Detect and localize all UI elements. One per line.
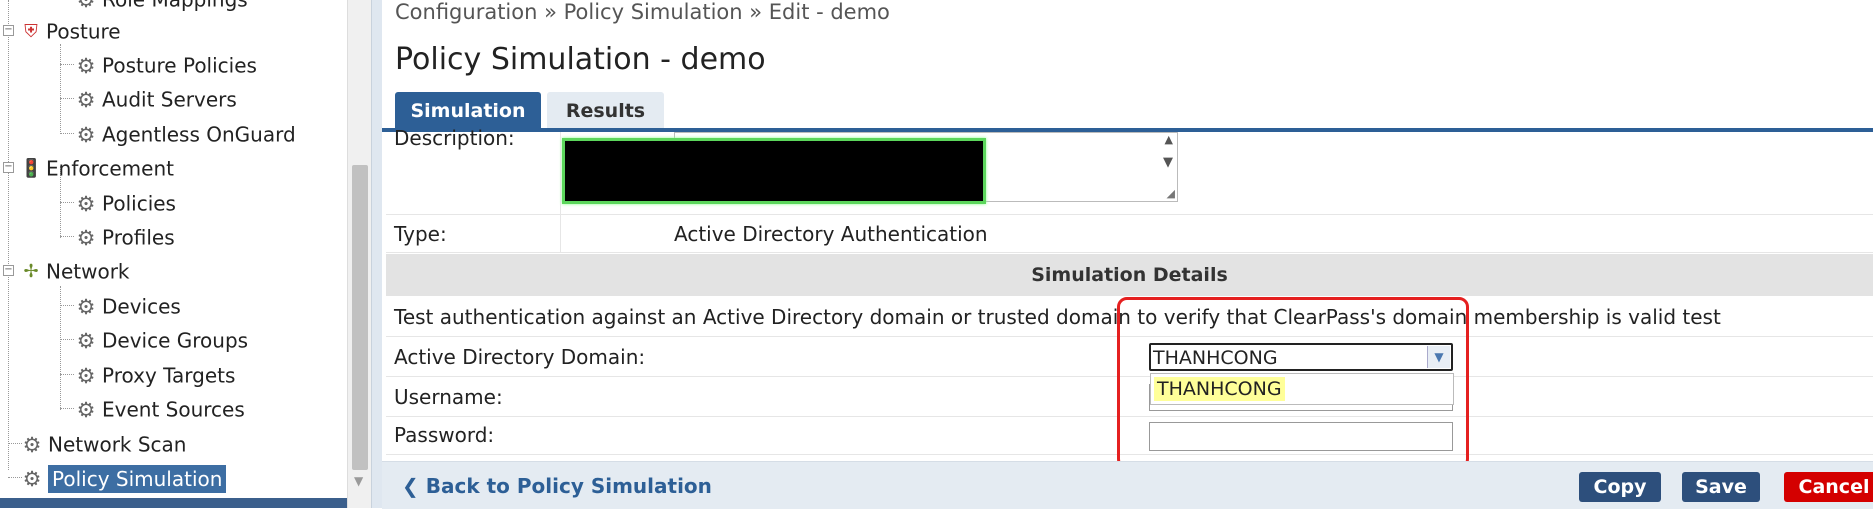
gear-icon: ⚙ [76, 225, 96, 250]
page-title: Policy Simulation - demo [395, 42, 766, 77]
section-title: Simulation Details [386, 254, 1873, 296]
scroll-down-arrow-icon[interactable]: ▼ [354, 474, 363, 488]
save-button[interactable]: Save [1682, 472, 1760, 502]
tree-item-enforcement[interactable]: 🚦 Enforcement [20, 151, 174, 183]
gear-icon: ⚙ [76, 191, 96, 216]
footer-bar: ❮ Back to Policy Simulation Copy Save Ca… [382, 461, 1873, 509]
tree-item-proxy-targets[interactable]: ⚙ Proxy Targets [74, 358, 236, 390]
copy-button[interactable]: Copy [1579, 472, 1661, 502]
description-label: Description: [394, 126, 515, 150]
tree-item-posture-policies[interactable]: ⚙ Posture Policies [74, 48, 257, 80]
tree-item-role-mappings[interactable]: ⚙Role Mappings [74, 0, 248, 14]
collapse-enforcement-toggle[interactable]: − [3, 162, 14, 173]
gear-icon: ⚙ [22, 432, 42, 457]
posture-shield-icon: ⛨ [24, 20, 38, 42]
tree-item-administration[interactable] [0, 498, 347, 508]
gear-icon: ⚙ [76, 122, 96, 147]
redacted-description [562, 138, 986, 204]
scroll-up-arrow-icon[interactable]: ▲ [1165, 133, 1173, 146]
gear-icon: ⚙ [76, 328, 96, 353]
tree-item-agentless-onguard[interactable]: ⚙ Agentless OnGuard [74, 117, 296, 149]
chevron-left-icon: ❮ [402, 474, 419, 498]
scroll-down-arrow-icon[interactable]: ▼ [1163, 155, 1173, 170]
tree-item-devices[interactable]: ⚙ Devices [74, 289, 181, 321]
gear-icon: ⚙ [76, 294, 96, 319]
network-nodes-icon: ✢ [23, 260, 39, 282]
tree-item-policy-simulation[interactable]: ⚙ Policy Simulation [20, 461, 227, 493]
type-row: Type: Active Directory Authentication [386, 216, 1873, 253]
gear-icon: ⚙ [76, 87, 96, 112]
tree-item-profiles[interactable]: ⚙ Profiles [74, 220, 175, 252]
back-link-label: Back to Policy Simulation [425, 474, 712, 498]
ad-domain-label: Active Directory Domain: [394, 345, 646, 369]
sidebar-scrollbar[interactable]: ▼ [347, 0, 372, 508]
password-label: Password: [394, 423, 495, 447]
type-value: Active Directory Authentication [674, 222, 988, 246]
gear-icon: ⚙ [76, 397, 96, 422]
scrollbar-thumb[interactable] [352, 165, 368, 470]
gear-icon: ⚙ [76, 53, 96, 78]
tree-item-posture[interactable]: ⛨ Posture [20, 14, 120, 46]
info-text: Test authentication against an Active Di… [394, 305, 1721, 329]
gear-icon: ⚙ [76, 363, 96, 388]
tree-item-device-groups[interactable]: ⚙ Device Groups [74, 323, 249, 355]
tree-item-network[interactable]: ✢ Network [20, 254, 129, 286]
gear-icon: ⚙ [22, 466, 42, 491]
annotation-highlight-box [1117, 297, 1469, 469]
tree-item-policies[interactable]: ⚙ Policies [74, 186, 176, 218]
main-content: Configuration » Policy Simulation » Edit… [382, 0, 1873, 509]
navigation-tree: ⚙Role Mappings − ⛨Posture ⚙Posture Polic… [0, 0, 347, 508]
cancel-button[interactable]: Cancel [1784, 472, 1873, 502]
type-label: Type: [394, 222, 447, 246]
breadcrumb[interactable]: Configuration » Policy Simulation » Edit… [395, 0, 890, 24]
tree-item-audit-servers[interactable]: ⚙ Audit Servers [74, 82, 237, 114]
tree-item-event-sources[interactable]: ⚙ Event Sources [74, 392, 245, 424]
collapse-network-toggle[interactable]: − [3, 265, 14, 276]
collapse-posture-toggle[interactable]: − [3, 25, 14, 36]
tab-simulation[interactable]: Simulation [395, 92, 541, 130]
traffic-light-icon: 🚦 [20, 157, 43, 179]
username-label: Username: [394, 385, 503, 409]
tab-results[interactable]: Results [547, 92, 664, 130]
back-link[interactable]: ❮ Back to Policy Simulation [402, 474, 712, 498]
resize-grip-icon[interactable]: ◢ [1167, 187, 1175, 200]
tree-item-network-scan[interactable]: ⚙ Network Scan [20, 427, 187, 459]
